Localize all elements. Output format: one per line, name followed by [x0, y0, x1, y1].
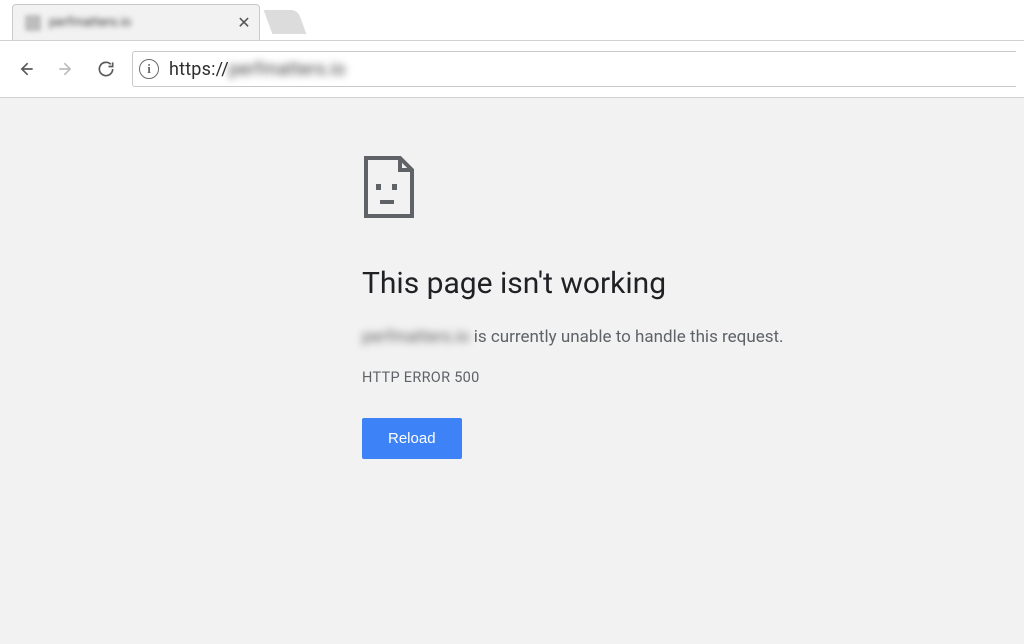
tab-title: perfmatters.io — [49, 15, 233, 30]
reload-icon — [96, 59, 116, 79]
browser-toolbar: i https:// perfmatters.io — [0, 41, 1024, 98]
url-domain: perfmatters.io — [229, 59, 346, 80]
error-title: This page isn't working — [362, 266, 882, 301]
url-display: https:// perfmatters.io — [169, 59, 346, 80]
sad-file-icon — [362, 154, 416, 220]
forward-button[interactable] — [48, 51, 84, 87]
error-domain: perfmatters.io — [362, 325, 470, 351]
site-info-icon[interactable]: i — [139, 59, 159, 79]
tab-close-icon[interactable]: ✕ — [233, 13, 255, 32]
arrow-left-icon — [16, 59, 36, 79]
back-button[interactable] — [8, 51, 44, 87]
reload-page-button[interactable]: Reload — [362, 418, 462, 459]
address-bar[interactable]: i https:// perfmatters.io — [132, 51, 1016, 87]
tab-favicon — [25, 15, 41, 31]
error-code: HTTP ERROR 500 — [362, 369, 882, 386]
error-message-suffix: is currently unable to handle this reque… — [470, 327, 784, 347]
arrow-right-icon — [56, 59, 76, 79]
page-viewport: This page isn't working perfmatters.io i… — [0, 98, 1024, 644]
tab-strip: perfmatters.io ✕ — [0, 0, 1024, 41]
url-scheme: https:// — [169, 59, 229, 80]
error-description: perfmatters.io is currently unable to ha… — [362, 325, 882, 351]
new-tab-button[interactable] — [264, 10, 307, 34]
reload-button[interactable] — [88, 51, 124, 87]
browser-tab[interactable]: perfmatters.io ✕ — [12, 4, 260, 40]
error-container: This page isn't working perfmatters.io i… — [362, 154, 882, 459]
